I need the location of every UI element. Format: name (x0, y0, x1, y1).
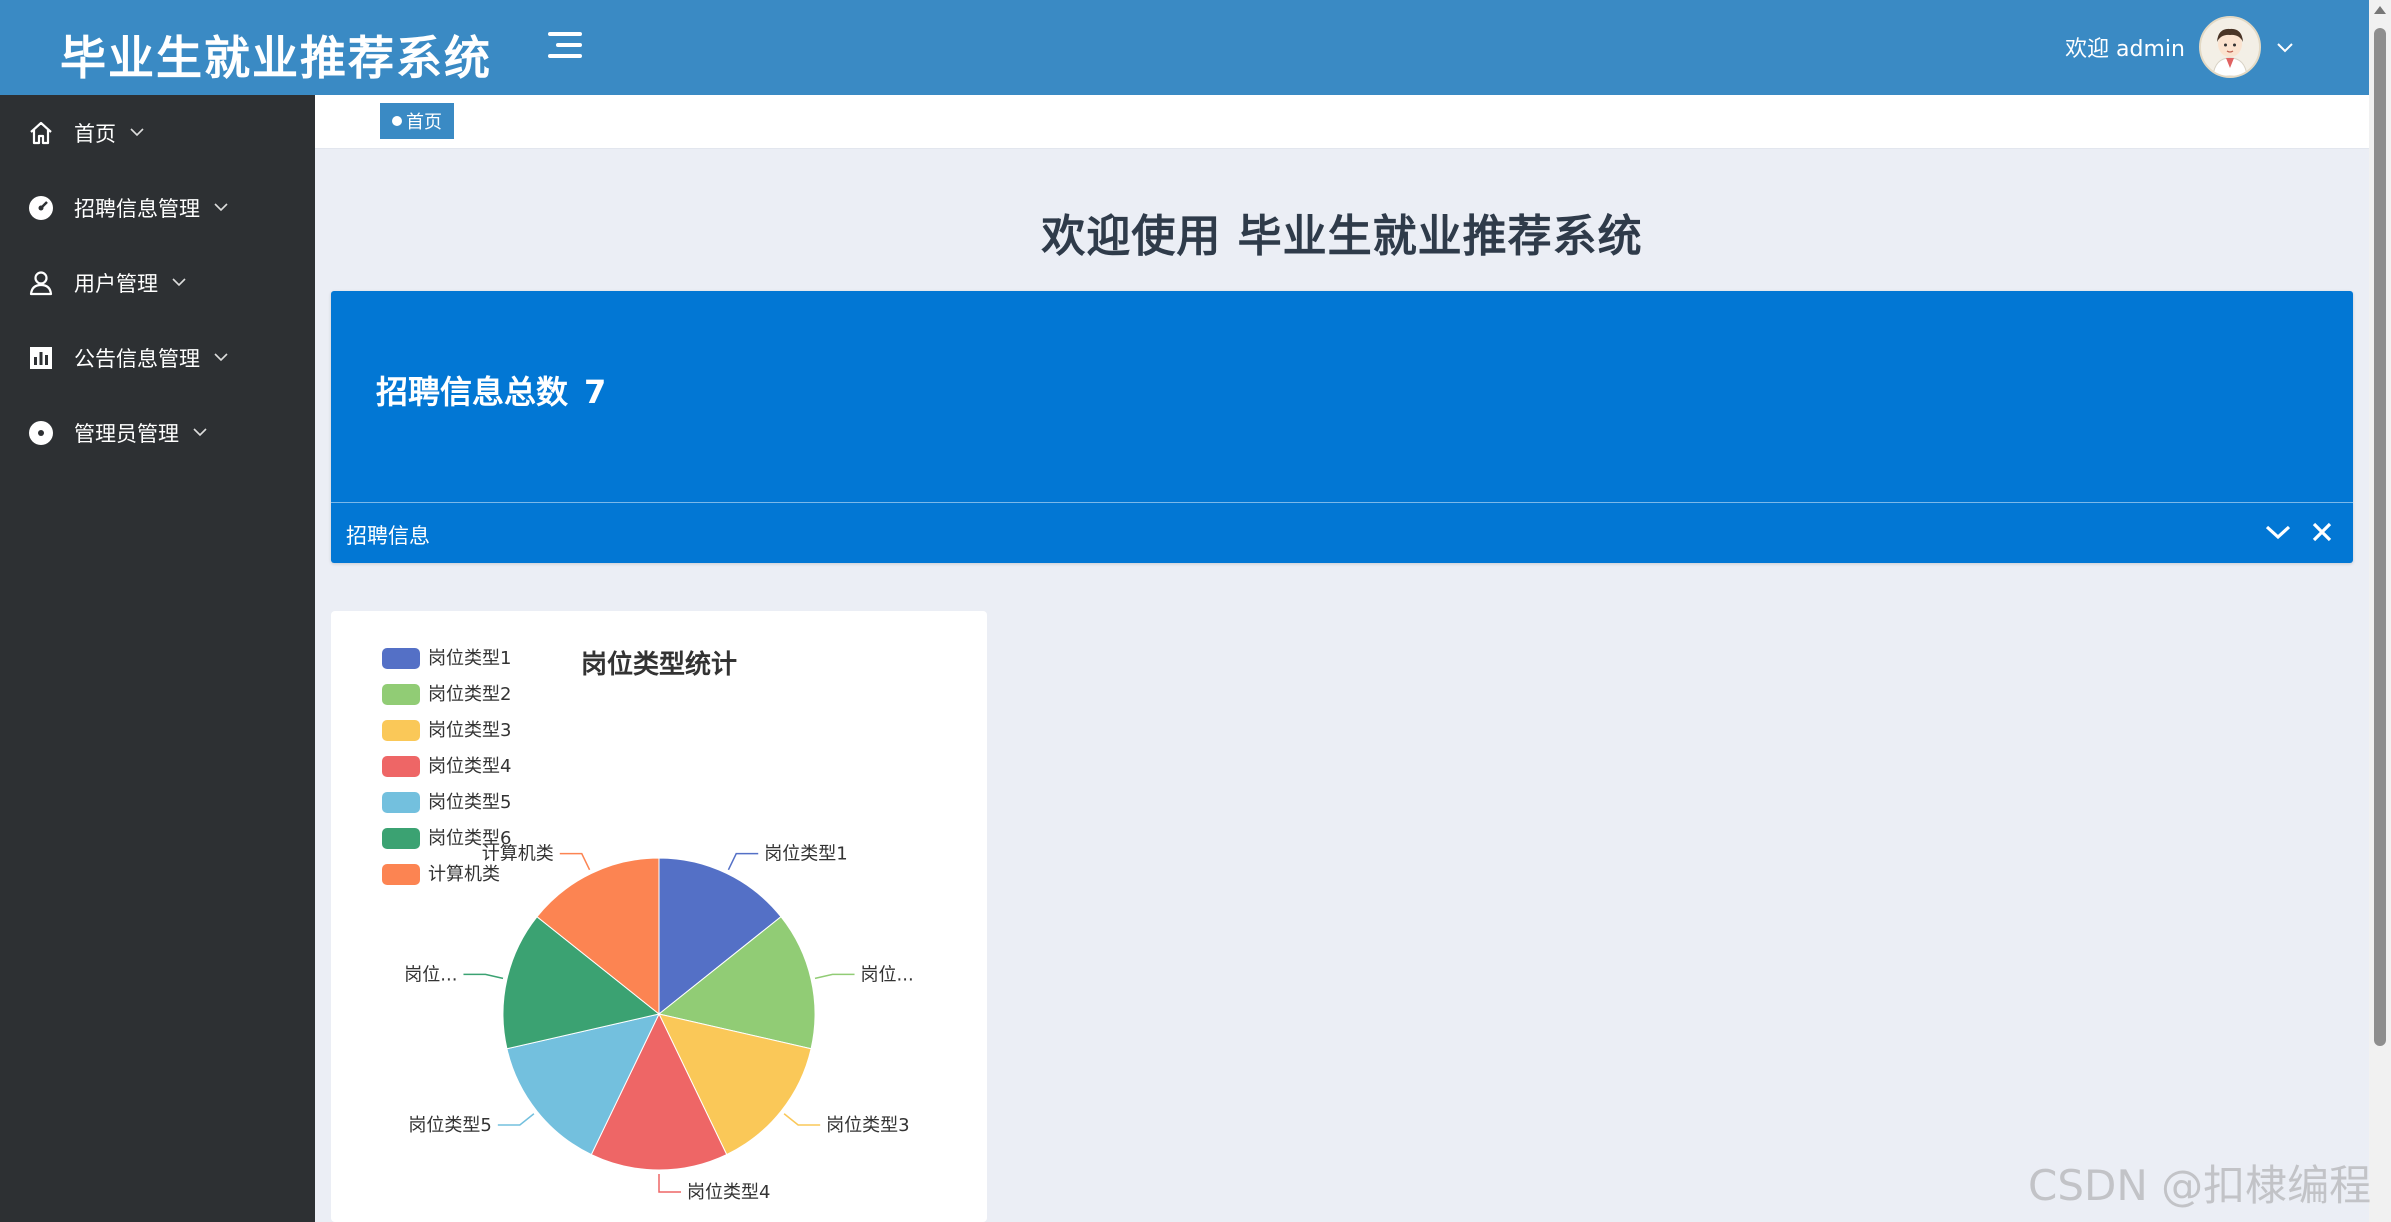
pie-slice-label: 岗位类型3 (826, 1115, 909, 1136)
sidebar-item-recruitment[interactable]: 招聘信息管理 (0, 170, 315, 245)
legend-label[interactable]: 岗位类型5 (428, 792, 511, 813)
pie-label-line (497, 1113, 535, 1126)
sidebar-item-label: 首页 (74, 121, 116, 146)
stat-label: 招聘信息总数 (376, 373, 569, 411)
stat-card-footer: 招聘信息 (331, 502, 2353, 563)
home-icon (26, 118, 56, 148)
pie-label-line (783, 1113, 821, 1126)
stat-value: 7 (584, 373, 607, 411)
breadcrumb-tab-home[interactable]: 首页 (380, 103, 454, 139)
bar-chart-icon (26, 343, 56, 373)
legend-swatch[interactable] (382, 684, 420, 705)
chevron-down-icon (214, 350, 228, 366)
pie-label-line (814, 973, 855, 980)
sidebar-item-label: 用户管理 (74, 271, 158, 296)
menu-toggle-icon[interactable] (548, 30, 582, 60)
chevron-down-icon[interactable] (2277, 37, 2293, 58)
legend-label[interactable]: 岗位类型2 (428, 684, 511, 705)
watermark: CSDN @扣棣编程 (2028, 1161, 2372, 1210)
sidebar-item-announcements[interactable]: 公告信息管理 (0, 320, 315, 395)
chevron-down-icon (172, 275, 186, 291)
legend-swatch[interactable] (382, 864, 420, 885)
sidebar-item-users[interactable]: 用户管理 (0, 245, 315, 320)
sidebar-item-label: 公告信息管理 (74, 346, 200, 371)
disc-icon (26, 418, 56, 448)
gauge-icon (26, 193, 56, 223)
scrollbar-thumb[interactable] (2374, 28, 2386, 1046)
pie-slice-label: 岗位类型1 (764, 844, 847, 865)
sidebar-item-home[interactable]: 首页 (0, 95, 315, 170)
sidebar-item-label: 管理员管理 (74, 421, 179, 446)
avatar[interactable] (2199, 16, 2261, 78)
pie-slices (502, 857, 816, 1171)
breadcrumb: 首页 (315, 95, 2369, 149)
sidebar: 首页 招聘信息管理 用户管理 公告信息管理 管理员管理 (0, 95, 315, 1222)
pie-slice-label: 岗位类型4 (687, 1182, 770, 1203)
breadcrumb-label: 首页 (406, 112, 442, 133)
legend-swatch[interactable] (382, 792, 420, 813)
chevron-down-icon (130, 125, 144, 141)
pie-slice-label: 岗位... (404, 964, 457, 985)
dot-icon (392, 116, 402, 126)
legend-swatch[interactable] (382, 828, 420, 849)
chevron-down-icon (193, 425, 207, 441)
legend-label[interactable]: 岗位类型3 (428, 720, 511, 741)
stat-card-recruitment: 招聘信息总数 7 招聘信息 (331, 291, 2353, 563)
chart-title: 岗位类型统计 (581, 649, 737, 680)
pie-label-line (463, 973, 504, 980)
user-menu[interactable]: 欢迎 admin (2065, 12, 2293, 82)
legend-label[interactable]: 岗位类型4 (428, 756, 511, 777)
sidebar-item-label: 招聘信息管理 (74, 196, 200, 221)
user-icon (26, 268, 56, 298)
top-header: 毕业生就业推荐系统 欢迎 admin (0, 0, 2391, 95)
chevron-down-icon (214, 200, 228, 216)
pie-label-line (658, 1174, 681, 1193)
stat-footer-label: 招聘信息 (346, 524, 430, 548)
legend-swatch[interactable] (382, 720, 420, 741)
welcome-user-text: 欢迎 admin (2065, 37, 2185, 62)
scroll-up-arrow-icon[interactable] (2374, 6, 2386, 14)
pie-slice-label: 岗位... (861, 964, 914, 985)
stat-total: 招聘信息总数 7 (376, 367, 606, 413)
legend-label[interactable]: 计算机类 (428, 864, 500, 885)
pie-chart: 岗位类型统计 岗位类型1岗位类型2岗位类型3岗位类型4岗位类型5岗位类型6计算机… (382, 648, 914, 1203)
app-title: 毕业生就业推荐系统 (60, 31, 492, 85)
legend-swatch[interactable] (382, 756, 420, 777)
page-title: 欢迎使用 毕业生就业推荐系统 (1041, 211, 1643, 262)
pie-label-line (727, 852, 759, 871)
chart-card: 岗位类型统计 岗位类型1 岗位类型2 岗位类型3 岗位类型4 岗位类型5 岗位类型6 计算机… (331, 611, 987, 1222)
sidebar-item-admins[interactable]: 管理员管理 (0, 395, 315, 470)
legend-swatch[interactable] (382, 648, 420, 669)
collapse-chevron-icon[interactable] (2263, 517, 2293, 547)
legend-label[interactable]: 岗位类型1 (428, 648, 511, 669)
close-icon[interactable] (2307, 517, 2337, 547)
pie-slice-label: 岗位类型5 (408, 1115, 491, 1136)
pie-slice-label: 计算机类 (482, 844, 554, 865)
pie-label-line (559, 852, 591, 871)
